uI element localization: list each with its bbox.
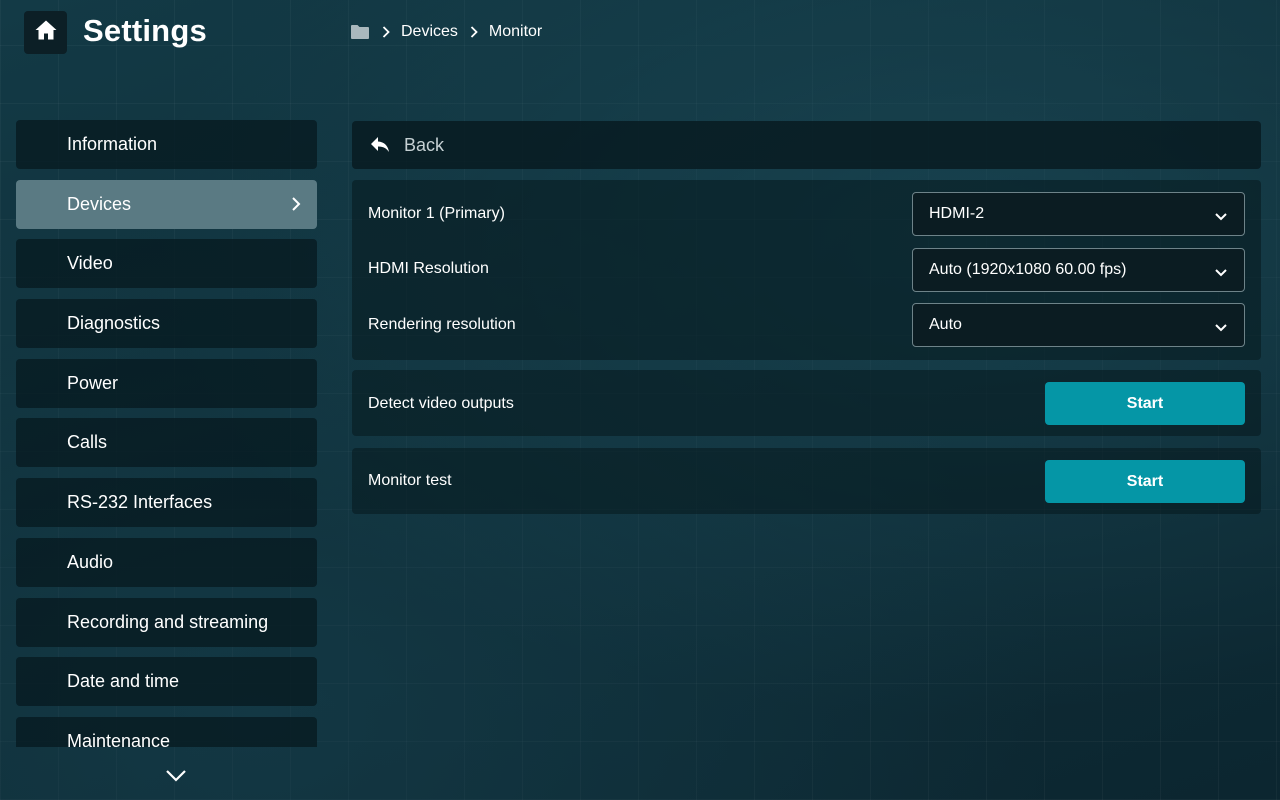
breadcrumb: Devices Monitor: [350, 20, 542, 44]
chevron-right-icon: [382, 26, 390, 38]
sidebar-item-label: Maintenance: [67, 731, 171, 747]
sidebar-scroll-down-button[interactable]: [160, 764, 192, 792]
monitor-settings-panel: Monitor 1 (Primary) HDMI-2 HDMI Resoluti…: [352, 180, 1261, 360]
sidebar-item-audio[interactable]: Audio: [16, 538, 317, 587]
chevron-right-icon: [291, 196, 301, 217]
home-button[interactable]: [24, 11, 67, 54]
detect-video-outputs-start-button[interactable]: Start: [1045, 382, 1245, 425]
page-title: Settings: [83, 13, 207, 48]
chevron-down-icon: [1214, 265, 1228, 283]
sidebar-item-label: Video: [67, 253, 113, 273]
hdmi-resolution-label: HDMI Resolution: [368, 260, 489, 277]
sidebar-item-calls[interactable]: Calls: [16, 418, 317, 467]
sidebar-item-label: Audio: [67, 552, 114, 572]
monitor-test-label: Monitor test: [368, 472, 452, 489]
chevron-down-icon: [1214, 320, 1228, 338]
sidebar-item-label: Diagnostics: [67, 313, 161, 333]
detect-video-outputs-panel: Detect video outputs Start: [352, 370, 1261, 436]
sidebar-item-video[interactable]: Video: [16, 239, 317, 288]
monitor-test-panel: Monitor test Start: [352, 448, 1261, 514]
sidebar-item-label: Power: [67, 373, 119, 393]
back-arrow-icon: [370, 136, 390, 154]
monitor-1-value: HDMI-2: [929, 205, 985, 222]
chevron-down-icon: [1214, 209, 1228, 227]
breadcrumb-monitor: Monitor: [488, 23, 543, 40]
sidebar-item-label: Date and time: [67, 671, 180, 691]
sidebar-item-label: Information: [67, 134, 158, 154]
sidebar-item-power[interactable]: Power: [16, 359, 317, 408]
hdmi-resolution-value: Auto (1920x1080 60.00 fps): [929, 261, 1127, 278]
back-button[interactable]: Back: [352, 121, 1261, 169]
rendering-resolution-value: Auto: [929, 316, 962, 333]
sidebar-item-rs232-interfaces[interactable]: RS-232 Interfaces: [16, 478, 317, 527]
sidebar-item-label: Recording and streaming: [67, 612, 269, 632]
sidebar-item-information[interactable]: Information: [16, 120, 317, 169]
breadcrumb-devices[interactable]: Devices: [401, 23, 458, 41]
home-icon: [34, 18, 58, 47]
sidebar-item-label: Devices: [67, 194, 132, 214]
sidebar-item-maintenance[interactable]: Maintenance: [16, 717, 317, 747]
hdmi-resolution-select[interactable]: Auto (1920x1080 60.00 fps): [912, 248, 1245, 292]
sidebar-item-diagnostics[interactable]: Diagnostics: [16, 299, 317, 348]
sidebar-item-date-and-time[interactable]: Date and time: [16, 657, 317, 706]
folder-icon[interactable]: [350, 24, 370, 40]
back-label: Back: [404, 134, 445, 155]
sidebar-nav: Information Devices Video Diagnostics Po…: [16, 120, 317, 747]
monitor-test-start-button[interactable]: Start: [1045, 460, 1245, 503]
sidebar-item-label: Calls: [67, 432, 108, 452]
sidebar-item-devices[interactable]: Devices: [16, 180, 317, 229]
monitor-1-select[interactable]: HDMI-2: [912, 192, 1245, 236]
rendering-resolution-select[interactable]: Auto: [912, 303, 1245, 347]
chevron-right-icon: [470, 26, 478, 38]
monitor-1-label: Monitor 1 (Primary): [368, 205, 505, 222]
detect-video-outputs-label: Detect video outputs: [368, 395, 514, 412]
sidebar-item-recording-and-streaming[interactable]: Recording and streaming: [16, 598, 317, 647]
chevron-down-icon: [165, 769, 187, 788]
sidebar-item-label: RS-232 Interfaces: [67, 492, 213, 512]
rendering-resolution-label: Rendering resolution: [368, 316, 516, 333]
